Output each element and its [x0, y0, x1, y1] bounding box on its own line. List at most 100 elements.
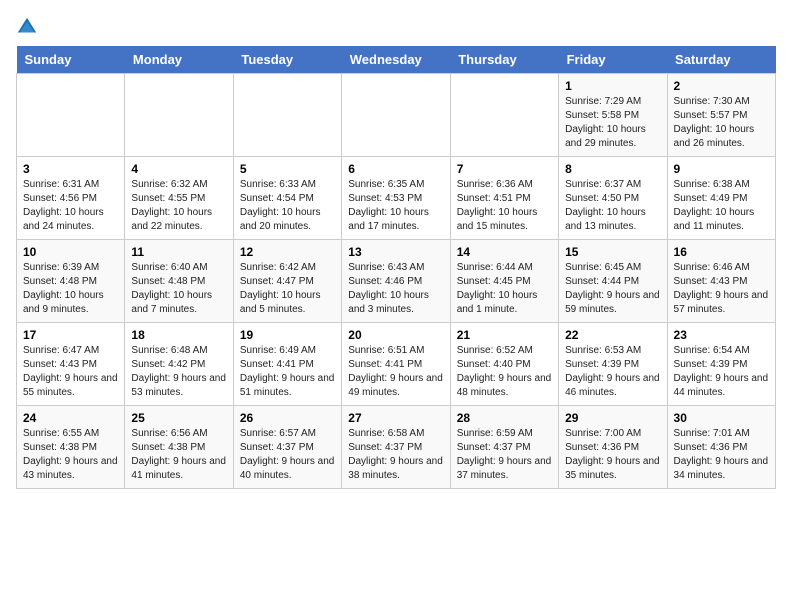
calendar-cell: 12 Sunrise: 6:42 AM Sunset: 4:47 PM Dayli… [233, 240, 341, 323]
day-number: 23 [674, 328, 769, 342]
day-info: Sunrise: 6:35 AM Sunset: 4:53 PM Dayligh… [348, 178, 443, 234]
day-info: Sunrise: 7:01 AM Sunset: 4:36 PM Dayligh… [674, 427, 769, 483]
calendar-cell: 24 Sunrise: 6:55 AM Sunset: 4:38 PM Dayli… [17, 406, 125, 489]
day-number: 10 [23, 245, 118, 259]
calendar-cell: 7 Sunrise: 6:36 AM Sunset: 4:51 PM Daylig… [450, 157, 558, 240]
day-number: 27 [348, 411, 443, 425]
calendar-cell: 15 Sunrise: 6:45 AM Sunset: 4:44 PM Dayli… [559, 240, 667, 323]
day-number: 12 [240, 245, 335, 259]
day-info: Sunrise: 6:36 AM Sunset: 4:51 PM Dayligh… [457, 178, 552, 234]
day-info: Sunrise: 6:37 AM Sunset: 4:50 PM Dayligh… [565, 178, 660, 234]
calendar-cell: 8 Sunrise: 6:37 AM Sunset: 4:50 PM Daylig… [559, 157, 667, 240]
day-number: 14 [457, 245, 552, 259]
calendar-cell: 2 Sunrise: 7:30 AM Sunset: 5:57 PM Daylig… [667, 74, 775, 157]
col-header-thursday: Thursday [450, 46, 558, 74]
calendar-cell [17, 74, 125, 157]
day-number: 1 [565, 79, 660, 93]
calendar-week-row: 10 Sunrise: 6:39 AM Sunset: 4:48 PM Dayli… [17, 240, 776, 323]
day-number: 24 [23, 411, 118, 425]
day-number: 11 [131, 245, 226, 259]
calendar-cell [233, 74, 341, 157]
logo-icon [16, 16, 38, 38]
day-info: Sunrise: 6:40 AM Sunset: 4:48 PM Dayligh… [131, 261, 226, 317]
day-number: 15 [565, 245, 660, 259]
col-header-sunday: Sunday [17, 46, 125, 74]
day-number: 19 [240, 328, 335, 342]
calendar-week-row: 24 Sunrise: 6:55 AM Sunset: 4:38 PM Dayli… [17, 406, 776, 489]
calendar-cell: 30 Sunrise: 7:01 AM Sunset: 4:36 PM Dayli… [667, 406, 775, 489]
day-number: 25 [131, 411, 226, 425]
day-info: Sunrise: 7:00 AM Sunset: 4:36 PM Dayligh… [565, 427, 660, 483]
calendar-cell: 21Sunrise: 6:52 AM Sunset: 4:40 PM Dayli… [450, 323, 558, 406]
page-header [16, 16, 776, 38]
day-number: 29 [565, 411, 660, 425]
calendar-cell: 18Sunrise: 6:48 AM Sunset: 4:42 PM Dayli… [125, 323, 233, 406]
calendar-cell: 20Sunrise: 6:51 AM Sunset: 4:41 PM Dayli… [342, 323, 450, 406]
calendar-cell: 16 Sunrise: 6:46 AM Sunset: 4:43 PM Dayli… [667, 240, 775, 323]
calendar-cell: 28 Sunrise: 6:59 AM Sunset: 4:37 PM Dayli… [450, 406, 558, 489]
calendar-cell: 19 Sunrise: 6:49 AM Sunset: 4:41 PM Dayli… [233, 323, 341, 406]
day-number: 3 [23, 162, 118, 176]
calendar-cell: 10 Sunrise: 6:39 AM Sunset: 4:48 PM Dayli… [17, 240, 125, 323]
calendar-header-row: SundayMondayTuesdayWednesdayThursdayFrid… [17, 46, 776, 74]
calendar-cell: 27Sunrise: 6:58 AM Sunset: 4:37 PM Dayli… [342, 406, 450, 489]
day-number: 20 [348, 328, 443, 342]
day-number: 28 [457, 411, 552, 425]
col-header-monday: Monday [125, 46, 233, 74]
day-info: Sunrise: 6:54 AM Sunset: 4:39 PM Dayligh… [674, 344, 769, 400]
col-header-wednesday: Wednesday [342, 46, 450, 74]
day-info: Sunrise: 6:45 AM Sunset: 4:44 PM Dayligh… [565, 261, 660, 317]
logo [16, 16, 40, 38]
calendar-cell: 11 Sunrise: 6:40 AM Sunset: 4:48 PM Dayli… [125, 240, 233, 323]
day-number: 26 [240, 411, 335, 425]
day-number: 22 [565, 328, 660, 342]
calendar-cell: 14 Sunrise: 6:44 AM Sunset: 4:45 PM Dayli… [450, 240, 558, 323]
calendar-cell: 23 Sunrise: 6:54 AM Sunset: 4:39 PM Dayli… [667, 323, 775, 406]
day-number: 5 [240, 162, 335, 176]
calendar-table: SundayMondayTuesdayWednesdayThursdayFrid… [16, 46, 776, 489]
calendar-cell: 17 Sunrise: 6:47 AM Sunset: 4:43 PM Dayli… [17, 323, 125, 406]
day-info: Sunrise: 6:43 AM Sunset: 4:46 PM Dayligh… [348, 261, 443, 317]
calendar-cell: 13 Sunrise: 6:43 AM Sunset: 4:46 PM Dayli… [342, 240, 450, 323]
calendar-cell: 5Sunrise: 6:33 AM Sunset: 4:54 PM Daylig… [233, 157, 341, 240]
calendar-week-row: 17 Sunrise: 6:47 AM Sunset: 4:43 PM Dayli… [17, 323, 776, 406]
day-number: 7 [457, 162, 552, 176]
day-info: Sunrise: 6:47 AM Sunset: 4:43 PM Dayligh… [23, 344, 118, 400]
calendar-cell: 6Sunrise: 6:35 AM Sunset: 4:53 PM Daylig… [342, 157, 450, 240]
col-header-tuesday: Tuesday [233, 46, 341, 74]
calendar-cell [125, 74, 233, 157]
day-info: Sunrise: 6:48 AM Sunset: 4:42 PM Dayligh… [131, 344, 226, 400]
day-number: 17 [23, 328, 118, 342]
col-header-saturday: Saturday [667, 46, 775, 74]
calendar-cell: 1Sunrise: 7:29 AM Sunset: 5:58 PM Daylig… [559, 74, 667, 157]
day-number: 2 [674, 79, 769, 93]
calendar-week-row: 3 Sunrise: 6:31 AM Sunset: 4:56 PM Daylig… [17, 157, 776, 240]
calendar-cell [450, 74, 558, 157]
day-info: Sunrise: 6:38 AM Sunset: 4:49 PM Dayligh… [674, 178, 769, 234]
day-info: Sunrise: 6:55 AM Sunset: 4:38 PM Dayligh… [23, 427, 118, 483]
calendar-cell: 3 Sunrise: 6:31 AM Sunset: 4:56 PM Daylig… [17, 157, 125, 240]
day-info: Sunrise: 6:32 AM Sunset: 4:55 PM Dayligh… [131, 178, 226, 234]
day-number: 21 [457, 328, 552, 342]
day-info: Sunrise: 6:39 AM Sunset: 4:48 PM Dayligh… [23, 261, 118, 317]
calendar-cell: 29 Sunrise: 7:00 AM Sunset: 4:36 PM Dayli… [559, 406, 667, 489]
day-number: 16 [674, 245, 769, 259]
day-number: 30 [674, 411, 769, 425]
day-info: Sunrise: 6:44 AM Sunset: 4:45 PM Dayligh… [457, 261, 552, 317]
calendar-cell: 4 Sunrise: 6:32 AM Sunset: 4:55 PM Daylig… [125, 157, 233, 240]
day-number: 4 [131, 162, 226, 176]
day-info: Sunrise: 6:31 AM Sunset: 4:56 PM Dayligh… [23, 178, 118, 234]
day-number: 13 [348, 245, 443, 259]
day-info: Sunrise: 6:53 AM Sunset: 4:39 PM Dayligh… [565, 344, 660, 400]
day-info: Sunrise: 6:46 AM Sunset: 4:43 PM Dayligh… [674, 261, 769, 317]
day-info: Sunrise: 7:30 AM Sunset: 5:57 PM Dayligh… [674, 95, 769, 151]
day-info: Sunrise: 6:49 AM Sunset: 4:41 PM Dayligh… [240, 344, 335, 400]
day-info: Sunrise: 6:42 AM Sunset: 4:47 PM Dayligh… [240, 261, 335, 317]
day-number: 8 [565, 162, 660, 176]
day-info: Sunrise: 6:59 AM Sunset: 4:37 PM Dayligh… [457, 427, 552, 483]
calendar-cell [342, 74, 450, 157]
calendar-cell: 9Sunrise: 6:38 AM Sunset: 4:49 PM Daylig… [667, 157, 775, 240]
day-info: Sunrise: 6:56 AM Sunset: 4:38 PM Dayligh… [131, 427, 226, 483]
calendar-cell: 25 Sunrise: 6:56 AM Sunset: 4:38 PM Dayli… [125, 406, 233, 489]
calendar-cell: 22 Sunrise: 6:53 AM Sunset: 4:39 PM Dayli… [559, 323, 667, 406]
